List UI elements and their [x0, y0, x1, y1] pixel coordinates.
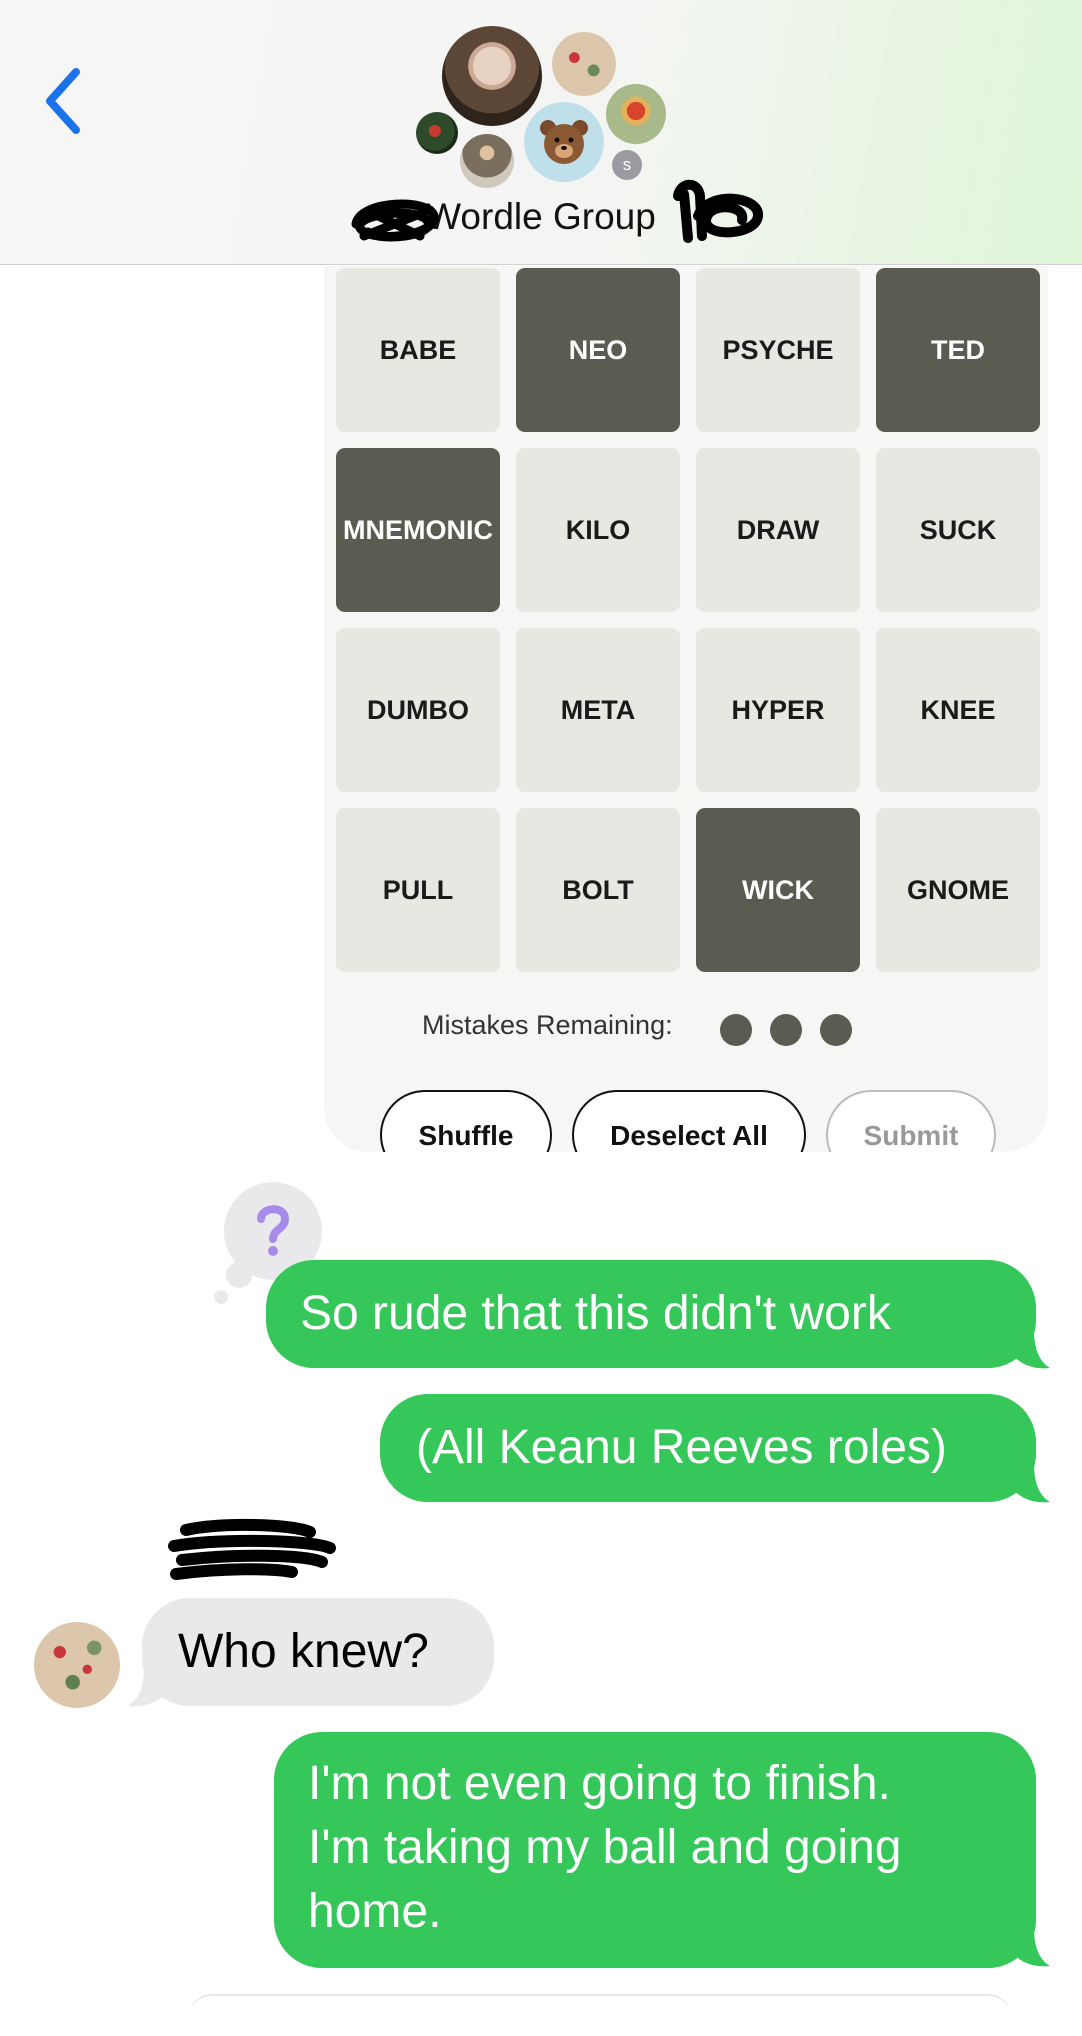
redaction-scribble: [673, 179, 763, 243]
word-tile[interactable]: WICK: [696, 808, 860, 972]
word-tile[interactable]: META: [516, 628, 680, 792]
word-tile[interactable]: KILO: [516, 448, 680, 612]
conversation-header: s Wordle Group: [0, 0, 1082, 265]
word-tile[interactable]: HYPER: [696, 628, 860, 792]
word-tile[interactable]: BOLT: [516, 808, 680, 972]
word-tile[interactable]: SUCK: [876, 448, 1040, 612]
bubble-tail: [1014, 1330, 1050, 1369]
word-tile[interactable]: DUMBO: [336, 628, 500, 792]
mistake-dot: [820, 1014, 852, 1046]
avatar[interactable]: [442, 26, 542, 126]
message-text: Who knew?: [178, 1625, 429, 1678]
chevron-left-icon[interactable]: [40, 66, 90, 136]
word-tile[interactable]: PULL: [336, 808, 500, 972]
bear-icon: [540, 120, 588, 164]
redaction-scribble: [168, 1518, 336, 1580]
message-text-line: I'm taking my ball and going: [308, 1821, 902, 1874]
message-text-line: I'm not even going to finish.: [308, 1757, 891, 1810]
reaction-bubble-tail: [214, 1290, 228, 1304]
message-text: So rude that this didn't work: [300, 1287, 891, 1340]
bubble-tail: [128, 1668, 164, 1707]
avatar[interactable]: [416, 112, 458, 154]
submit-button[interactable]: Submit: [826, 1090, 996, 1152]
outgoing-message[interactable]: (All Keanu Reeves roles): [380, 1394, 1036, 1502]
redaction-scribble: [351, 199, 439, 242]
word-tile[interactable]: NEO: [516, 268, 680, 432]
word-tile[interactable]: GNOME: [876, 808, 1040, 972]
word-tile[interactable]: DRAW: [696, 448, 860, 612]
question-mark-icon: [257, 1205, 290, 1256]
word-tile[interactable]: MNEMONIC: [336, 448, 500, 612]
bubble-tail: [1014, 1464, 1050, 1503]
sender-avatar[interactable]: [34, 1622, 120, 1708]
deselect-all-button[interactable]: Deselect All: [572, 1090, 806, 1152]
bubble-tail: [1014, 1928, 1050, 1967]
mistakes-label: Mistakes Remaining:: [422, 1010, 673, 1040]
avatar[interactable]: [552, 32, 616, 96]
word-tile[interactable]: TED: [876, 268, 1040, 432]
avatar[interactable]: [606, 84, 666, 144]
reaction-bubble-tail: [226, 1262, 252, 1288]
avatar[interactable]: [524, 102, 604, 182]
next-message-edge: [190, 1994, 1010, 2036]
avatar[interactable]: [460, 134, 514, 188]
connections-game-screenshot[interactable]: BABE NEO PSYCHE TED MNEMONIC KILO DRAW SUCK DUMB…: [324, 266, 1048, 1152]
outgoing-message[interactable]: So rude that this didn't work: [266, 1260, 1036, 1368]
word-tile[interactable]: BABE: [336, 268, 500, 432]
mistake-dot: [770, 1014, 802, 1046]
shuffle-button[interactable]: Shuffle: [380, 1090, 552, 1152]
incoming-message[interactable]: Who knew?: [142, 1598, 494, 1706]
word-tile[interactable]: KNEE: [876, 628, 1040, 792]
group-title[interactable]: Wordle Group: [0, 196, 1082, 238]
outgoing-message[interactable]: I'm not even going to finish. I'm taking…: [274, 1732, 1036, 1968]
mistake-dot: [720, 1014, 752, 1046]
avatar-initial[interactable]: s: [612, 150, 642, 180]
message-text: (All Keanu Reeves roles): [416, 1421, 947, 1474]
message-text-line: home.: [308, 1885, 442, 1938]
word-tile[interactable]: PSYCHE: [696, 268, 860, 432]
